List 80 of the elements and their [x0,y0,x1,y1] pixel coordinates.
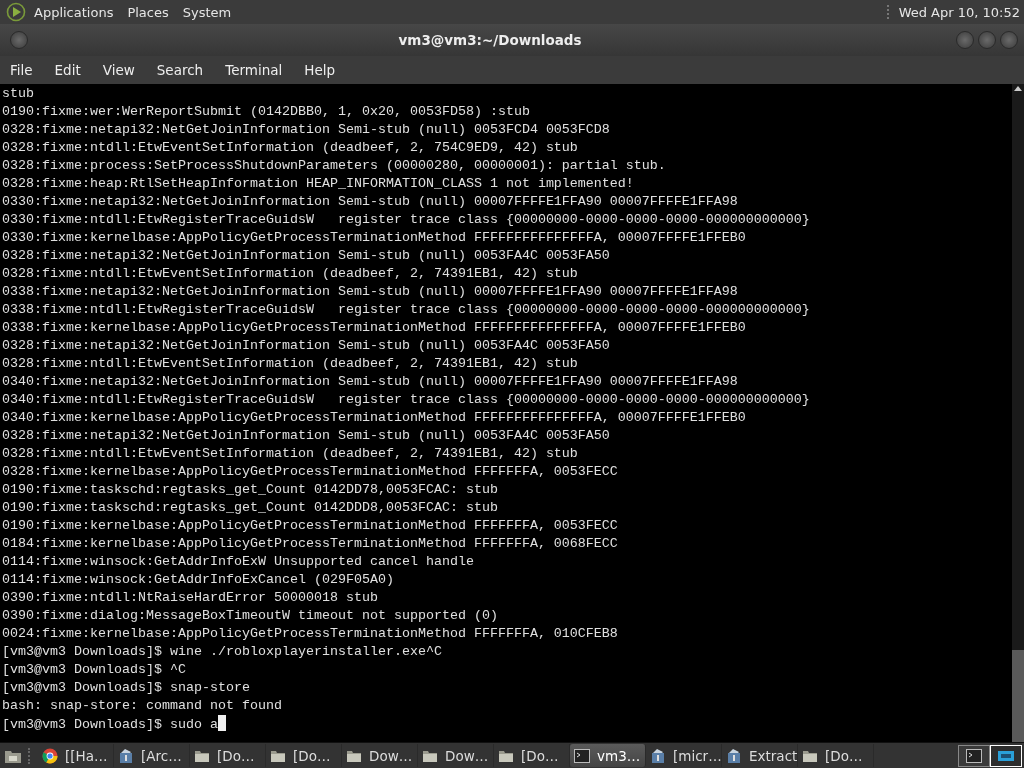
clock: Wed Apr 10, 10:52 [898,4,1020,20]
archive-icon [726,747,742,764]
terminal-line: 0328:fixme:ntdll:EtwEventSetInformation (deadbeef, 2, 74391EB1, 42) stub [2,446,578,461]
terminal-line: 0340:fixme:ntdll:EtwRegisterTraceGuidsW register trace class {00000000-0000-0000-0000-000000000000} [2,392,810,407]
terminal-line: 0184:fixme:kernelbase:AppPolicyGetProcessTerminationMethod FFFFFFFA, 0068FECC [2,536,618,551]
menu-item[interactable]: Edit [54,62,81,78]
terminal-line: [vm3@vm3 Downloads]$ snap-store [2,680,250,695]
terminal-line: 0190:fixme:wer:WerReportSubmit (0142DBB0, 1, 0x20, 0053FD58) :stub [2,104,530,119]
folder-icon [498,748,514,763]
terminal-line: 0340:fixme:netapi32:NetGetJoinInformation Semi-stub (null) 00007FFFFE1FFA90 00007FFFFE1FFA98 [2,374,738,389]
taskbar-button[interactable]: [Do… [190,744,266,767]
panel-menu[interactable]: Applications [34,4,114,20]
maximize-button[interactable] [978,31,996,49]
terminal-line: 0330:fixme:ntdll:EtwRegisterTraceGuidsW register trace class {00000000-0000-0000-0000-000000000000} [2,212,810,227]
scroll-up-icon[interactable] [1014,86,1022,91]
terminal-icon [966,748,982,763]
taskbar-button[interactable]: [[Ha… [38,744,114,767]
terminal-line: 0024:fixme:kernelbase:AppPolicyGetProcessTerminationMethod FFFFFFFA, 010CFEB8 [2,626,618,641]
terminal-line: 0190:fixme:taskschd:regtasks_get_Count 0142DDD8,0053FCAC: stub [2,500,498,515]
terminal-line: 0390:fixme:ntdll:NtRaiseHardError 50000018 stub [2,590,378,605]
minimize-button[interactable] [956,31,974,49]
terminal-line: stub [2,86,34,101]
taskbar-button[interactable]: [micr… [646,744,722,767]
terminal-line: 0114:fixme:winsock:GetAddrInfoExW Unsupported cancel handle [2,554,474,569]
terminal-line: 0328:fixme:netapi32:NetGetJoinInformation Semi-stub (null) 0053FA4C 0053FA50 [2,338,610,353]
terminal-line: [vm3@vm3 Downloads]$ ^C [2,662,186,677]
window-title: vm3@vm3:~/Downloads [397,32,583,48]
terminal-line: 0328:fixme:netapi32:NetGetJoinInformation Semi-stub (null) 0053FCD4 0053FCD8 [2,122,610,137]
panel-menu[interactable]: System [182,4,232,20]
terminal-icon [574,748,590,763]
terminal-line: 0330:fixme:kernelbase:AppPolicyGetProcessTerminationMethod FFFFFFFFFFFFFFFA, 00007FFFFE1FFEB0 [2,230,746,245]
panel-menu[interactable]: Places [127,4,169,20]
taskbar-button[interactable]: [Arc… [114,744,190,767]
terminal-line: 0328:fixme:heap:RtlSetHeapInformation HEAP_INFORMATION_CLASS 1 not implemented! [2,176,634,191]
menu-item[interactable]: View [102,62,135,78]
terminal-line: 0328:fixme:ntdll:EtwEventSetInformation (deadbeef, 2, 754C9ED9, 42) stub [2,140,578,155]
terminal-line: 0338:fixme:ntdll:EtwRegisterTraceGuidsW register trace class {00000000-0000-0000-0000-000000000000} [2,302,810,317]
folder-icon [346,748,362,763]
terminal-line: 0190:fixme:taskschd:regtasks_get_Count 0142DD78,0053FCAC: stub [2,482,498,497]
scrollbar-thumb[interactable] [1012,650,1024,742]
terminal-line: [vm3@vm3 Downloads]$ sudo a [2,717,218,732]
taskbar-button[interactable]: Extract [722,744,798,767]
terminal-line: 0338:fixme:kernelbase:AppPolicyGetProcessTerminationMethod FFFFFFFFFFFFFFFA, 00007FFFFE1FFEB0 [2,320,746,335]
terminal-line: [vm3@vm3 Downloads]$ wine ./robloxplayerinstaller.exe^C [2,644,442,659]
menu-item[interactable]: File [10,62,33,78]
logo-icon [6,2,26,22]
terminal-line: 0338:fixme:netapi32:NetGetJoinInformation Semi-stub (null) 00007FFFFE1FFA90 00007FFFFE1FFA98 [2,284,738,299]
terminal-line: 0328:fixme:netapi32:NetGetJoinInformation Semi-stub (null) 0053FA4C 0053FA50 [2,248,610,263]
terminal-line: 0190:fixme:kernelbase:AppPolicyGetProcessTerminationMethod FFFFFFFA, 0053FECC [2,518,618,533]
terminal-line: 0340:fixme:kernelbase:AppPolicyGetProcessTerminationMethod FFFFFFFFFFFFFFFA, 00007FFFFE1FFEB0 [2,410,746,425]
terminal-line: 0328:fixme:netapi32:NetGetJoinInformation Semi-stub (null) 0053FA4C 0053FA50 [2,428,610,443]
folder-icon [422,748,438,763]
archive-icon [118,747,134,764]
terminal-line: 0330:fixme:netapi32:NetGetJoinInformation Semi-stub (null) 00007FFFFE1FFA90 00007FFFFE1FFA98 [2,194,738,209]
terminal-line: 0114:fixme:winsock:GetAddrInfoExCancel (029F05A0) [2,572,394,587]
terminal-line: 0328:fixme:ntdll:EtwEventSetInformation (deadbeef, 2, 74391EB1, 42) stub [2,266,578,281]
screen-icon [997,748,1015,763]
browser-icon [42,747,58,764]
close-button[interactable] [1000,31,1018,49]
menu-item[interactable]: Search [156,62,204,78]
menu-item[interactable]: Help [304,62,336,78]
terminal-line: 0328:fixme:kernelbase:AppPolicyGetProcessTerminationMethod FFFFFFFA, 0053FECC [2,464,618,479]
taskbar-button[interactable]: [Do… [494,744,570,767]
terminal-line: bash: snap-store: command not found [2,698,282,713]
folder-icon [270,748,286,763]
terminal-line: 0328:fixme:process:SetProcessShutdownParameters (00000280, 00000001): partial stub. [2,158,666,173]
window-menu-button[interactable] [10,31,28,49]
folder-icon [802,748,818,763]
taskbar-button[interactable]: vm3… [570,744,646,767]
folder-icon [194,748,210,763]
menu-item[interactable]: Terminal [225,62,283,78]
taskbar-button[interactable]: Dow… [342,744,418,767]
taskbar-button[interactable]: Dow… [418,744,494,767]
scrollbar[interactable] [1012,84,1024,742]
workspace-button[interactable] [958,744,990,767]
terminal-line: 0390:fixme:dialog:MessageBoxTimeoutW timeout not supported (0) [2,608,498,623]
archive-icon [650,747,666,764]
terminal-line: 0328:fixme:ntdll:EtwEventSetInformation (deadbeef, 2, 74391EB1, 42) stub [2,356,578,371]
taskbar-button[interactable]: [Do… [266,744,342,767]
taskbar-button[interactable]: [Do… [798,744,874,767]
